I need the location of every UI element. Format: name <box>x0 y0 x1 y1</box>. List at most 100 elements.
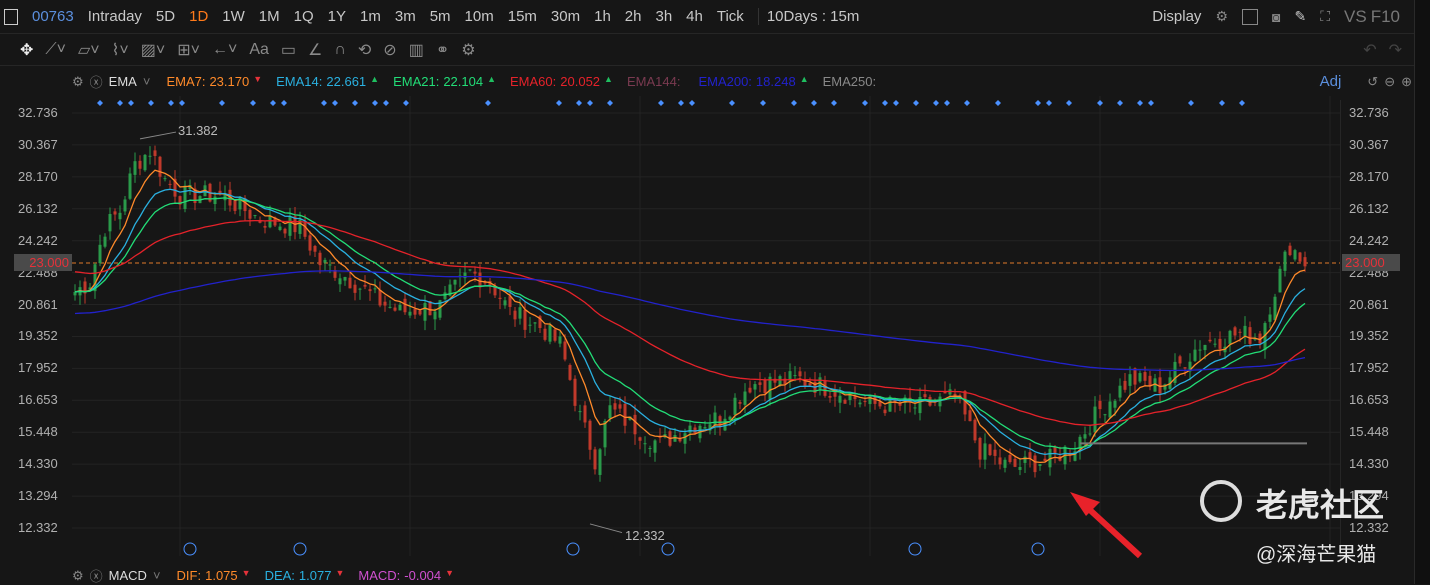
macd-name[interactable]: MACD <box>109 568 147 583</box>
wave-tool-icon[interactable]: ⌇˅ <box>112 40 129 60</box>
candle-body <box>368 289 372 292</box>
current-price-tag: 23.000 <box>14 254 72 272</box>
range-select[interactable]: 10Days : 15m <box>757 8 859 25</box>
candle-body <box>313 245 317 252</box>
zoom-out-icon[interactable]: ⊖ <box>1384 74 1395 90</box>
candle-body <box>1268 314 1272 322</box>
price-tick: 24.242 <box>18 232 58 248</box>
timeframe-1h[interactable]: 1h <box>594 8 611 25</box>
price-tick: 26.132 <box>1349 200 1389 216</box>
candle-body <box>1053 447 1057 453</box>
macd-settings-icon[interactable]: ⚙ <box>72 568 84 584</box>
fib-tool-icon[interactable]: ▨˅ <box>141 40 165 60</box>
magnet-icon[interactable]: ∩ <box>334 41 346 59</box>
candle-body <box>323 259 327 263</box>
price-tick: 19.352 <box>1349 328 1389 344</box>
vs-button[interactable]: VS <box>1344 7 1367 27</box>
timeframe-5d[interactable]: 5D <box>156 8 175 25</box>
reset-icon[interactable]: ↺ <box>1367 74 1378 90</box>
timeframe-10m[interactable]: 10m <box>465 8 494 25</box>
timeframe-1m[interactable]: 1M <box>259 8 280 25</box>
candle-body <box>138 160 142 169</box>
legend-label: EMA200: <box>698 74 752 89</box>
f10-button[interactable]: F10 <box>1371 7 1400 27</box>
indicator-close-icon[interactable]: ⓧ <box>90 72 103 91</box>
adj-button[interactable]: Adj <box>1320 73 1342 90</box>
text-tool[interactable]: Aa <box>249 41 269 59</box>
draw-settings-icon[interactable]: ⚙ <box>461 40 475 60</box>
signal-marker <box>964 100 970 106</box>
timeframe-intraday[interactable]: Intraday <box>88 8 142 25</box>
candle-body <box>183 185 187 209</box>
timeframe-3h[interactable]: 3h <box>655 8 672 25</box>
timeframe-4h[interactable]: 4h <box>686 8 703 25</box>
indicator-settings-icon[interactable]: ⚙ <box>72 74 84 90</box>
side-panel-edge <box>1414 0 1430 584</box>
zoom-in-icon[interactable]: ⊕ <box>1401 74 1412 90</box>
undo-icon[interactable]: ↶ <box>1363 40 1376 60</box>
signal-marker <box>383 100 389 106</box>
timeframe-tick[interactable]: Tick <box>717 8 744 25</box>
comment-icon[interactable]: ▭ <box>281 40 296 60</box>
candle-body <box>353 284 357 293</box>
candle-body <box>858 402 862 405</box>
candle-body <box>133 161 137 175</box>
candle-body <box>1033 455 1037 473</box>
panel-toggle-icon[interactable] <box>4 8 18 25</box>
polygon-tool-icon[interactable]: ▱˅ <box>78 40 100 60</box>
candle-body <box>163 178 167 180</box>
signal-marker <box>1239 100 1245 106</box>
timeframe-1d[interactable]: 1D <box>189 8 208 25</box>
line-tool-icon[interactable]: ⟋˅ <box>45 41 66 59</box>
timeframe-1q[interactable]: 1Q <box>294 8 314 25</box>
settings-icon[interactable]: ⚙ <box>1215 8 1228 25</box>
signal-marker <box>831 100 837 106</box>
timeframe-3m[interactable]: 3m <box>395 8 416 25</box>
signal-marker <box>1148 100 1154 106</box>
redo-icon[interactable]: ↷ <box>1389 40 1402 60</box>
indicator-name[interactable]: EMA <box>109 74 137 89</box>
candle-body <box>498 297 502 299</box>
candle-body <box>393 307 397 311</box>
signal-marker <box>1188 100 1194 106</box>
candle-body <box>213 196 217 205</box>
move-icon[interactable]: ✥ <box>20 40 33 60</box>
hide-icon[interactable]: ⊘ <box>383 40 396 60</box>
signal-marker <box>933 100 939 106</box>
candle-body <box>808 383 812 386</box>
timeframe-1y[interactable]: 1Y <box>328 8 346 25</box>
fullscreen-icon[interactable]: ⛶ <box>1320 8 1330 25</box>
legend-label: EMA60: <box>510 74 557 89</box>
arrow-tool-icon[interactable]: ←˅ <box>212 41 237 59</box>
link-icon[interactable]: ⚭ <box>436 40 449 60</box>
macd-chevron-icon[interactable]: ˅ <box>153 568 161 583</box>
candle-body <box>798 371 802 377</box>
chevron-down-icon[interactable]: ˅ <box>143 74 151 89</box>
timeframe-5m[interactable]: 5m <box>430 8 451 25</box>
layout-icon[interactable] <box>1242 8 1258 25</box>
trend-up-icon: ▲ <box>487 74 497 84</box>
timeframe-1w[interactable]: 1W <box>222 8 245 25</box>
display-button[interactable]: Display <box>1152 8 1201 25</box>
candle-body <box>1118 385 1122 398</box>
trash-icon[interactable]: ▥ <box>409 40 424 60</box>
macd-close-icon[interactable]: ⓧ <box>90 566 103 585</box>
signal-marker <box>352 100 358 106</box>
candle-body <box>953 393 957 396</box>
legend-value: 22.104 <box>443 74 484 89</box>
price-chart[interactable]: 31.382 12.332 <box>0 96 1340 566</box>
sync-icon[interactable]: ⟲ <box>358 40 371 60</box>
pencil-icon[interactable]: ✎ <box>1294 8 1306 25</box>
timeframe-2h[interactable]: 2h <box>625 8 642 25</box>
timeframe-1m[interactable]: 1m <box>360 8 381 25</box>
angle-icon[interactable]: ∠ <box>308 40 322 60</box>
measure-tool-icon[interactable]: ⊞˅ <box>177 40 200 60</box>
symbol-code[interactable]: 00763 <box>32 8 74 25</box>
price-tick: 16.653 <box>18 392 58 408</box>
camera-icon[interactable]: ◙ <box>1272 9 1280 25</box>
timeframe-30m[interactable]: 30m <box>551 8 580 25</box>
legend-label: EMA7: <box>166 74 206 89</box>
price-tick: 17.952 <box>1349 360 1389 376</box>
candle-body <box>533 322 537 324</box>
timeframe-15m[interactable]: 15m <box>508 8 537 25</box>
